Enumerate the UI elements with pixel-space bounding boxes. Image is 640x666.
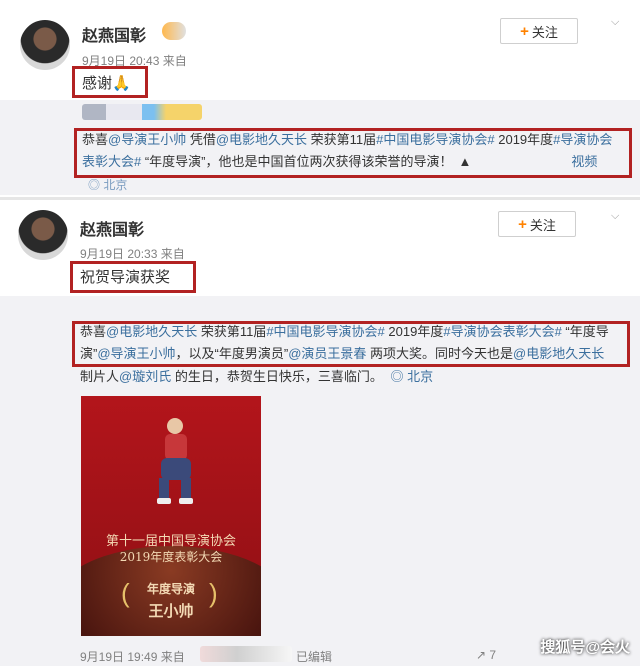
blurred-badge: [162, 22, 186, 40]
plus-icon: +: [520, 22, 529, 40]
poster-figure: [157, 418, 193, 504]
award-poster-image[interactable]: 第十一届中国导演协会 2019年度表彰大会 年度导演 王小帅 ( ): [81, 396, 261, 636]
share-icon: ↗: [476, 648, 487, 662]
chevron-down-icon[interactable]: ⌵: [611, 16, 623, 28]
edited-label[interactable]: 已编辑: [296, 648, 332, 665]
highlight-box: [72, 321, 630, 367]
author-name[interactable]: 赵燕国彰: [82, 22, 146, 46]
follow-button[interactable]: + 关注: [498, 211, 576, 237]
highlight-box: [74, 128, 632, 178]
highlight-box: [70, 261, 196, 293]
weibo-post-1: 赵燕国彰 9月19日 20:43 来自 + 关注 ⌵ 感谢🙏 恭喜@导演王小帅 凭…: [0, 0, 640, 200]
blurred-username: [82, 104, 202, 120]
location-pin-icon: ◎: [88, 178, 101, 192]
highlight-box: [72, 66, 148, 98]
author-name[interactable]: 赵燕国彰: [80, 216, 144, 240]
poster-title-line-2: 2019年度表彰大会: [119, 550, 223, 564]
blurred-source: [200, 646, 292, 662]
avatar[interactable]: [20, 20, 70, 70]
poster-award: 年度导演: [146, 582, 195, 596]
location-tag[interactable]: ◎ 北京: [390, 369, 433, 384]
chevron-down-icon[interactable]: ⌵: [611, 210, 623, 222]
poster-person: 王小帅: [148, 602, 194, 620]
location-tag[interactable]: ◎ 北京: [88, 176, 127, 193]
repost-text-line-3: 制片人@璇刘氏 的生日，恭贺生日快乐，三喜临门。 ◎ 北京: [80, 369, 434, 384]
mention-link[interactable]: @璇刘氏: [119, 369, 171, 384]
plus-icon: +: [518, 215, 527, 233]
avatar[interactable]: [18, 210, 68, 260]
repost-count[interactable]: ↗ 7: [476, 648, 496, 662]
poster-title-line-1: 第十一届中国导演协会: [105, 534, 236, 549]
repost-card: 恭喜@导演王小帅 凭借@电影地久天长 荣获第11届#中国电影导演协会# 2019…: [0, 100, 640, 195]
location-pin-icon: ◎: [390, 369, 404, 384]
repost-footer-time[interactable]: 9月19日 19:49 来自: [80, 648, 185, 665]
follow-button[interactable]: + 关注: [500, 18, 578, 44]
laurel-left-icon: (: [121, 578, 130, 608]
laurel-right-icon: ): [209, 578, 218, 608]
watermark: 搜狐号@会火: [540, 639, 630, 656]
post-time[interactable]: 9月19日 20:33 来自: [80, 245, 185, 262]
